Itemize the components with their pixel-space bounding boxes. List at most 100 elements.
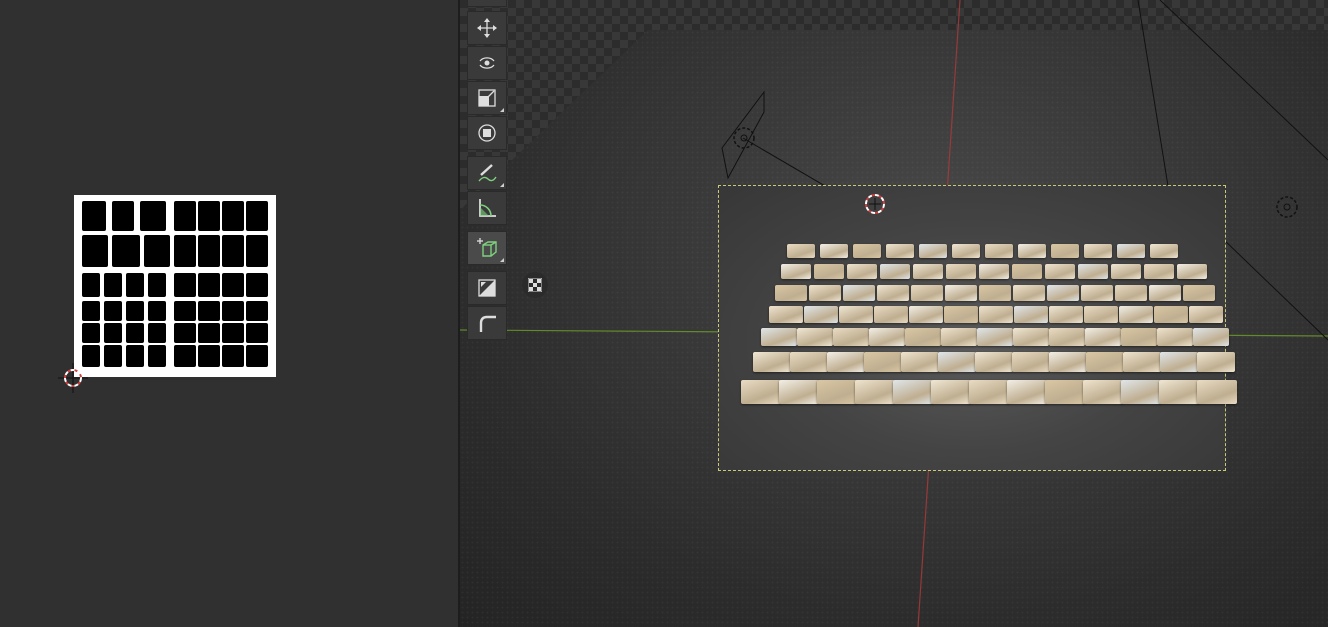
transform-tool[interactable] <box>467 116 507 150</box>
object-pouch <box>864 352 902 372</box>
object-pouch <box>880 264 910 279</box>
object-pouch <box>1197 380 1237 404</box>
mask-block <box>246 345 268 367</box>
object-pouch <box>1111 264 1141 279</box>
mask-block <box>148 273 166 297</box>
mask-block <box>246 235 268 267</box>
mask-block <box>246 201 268 231</box>
object-pouch <box>1177 264 1207 279</box>
3d-cursor-icon[interactable] <box>860 190 890 220</box>
object-pouch <box>979 306 1013 323</box>
object-pouch <box>1150 244 1178 258</box>
object-pouch <box>1119 306 1153 323</box>
mask-block <box>140 201 166 231</box>
mask-block <box>144 235 170 267</box>
mask-block <box>174 235 196 267</box>
object-pouch <box>1085 328 1121 346</box>
object-pouch <box>979 285 1011 301</box>
object-pouch <box>1049 306 1083 323</box>
object-pouch <box>877 285 909 301</box>
mask-block <box>198 201 220 231</box>
3d-viewport[interactable] <box>460 0 1328 627</box>
camera-frame[interactable] <box>718 185 1237 471</box>
mask-block <box>82 201 106 231</box>
object-pouch <box>1117 244 1145 258</box>
object-pouch <box>945 285 977 301</box>
object-pouch <box>1086 352 1124 372</box>
mask-block <box>126 301 144 321</box>
image-editor-panel[interactable] <box>0 0 458 627</box>
object-pouch <box>1013 328 1049 346</box>
add-cube-icon <box>477 238 497 257</box>
object-pouch <box>1197 352 1235 372</box>
camera-icon[interactable] <box>730 124 758 152</box>
object-pouch <box>905 328 941 346</box>
light-icon[interactable] <box>1273 193 1301 221</box>
move-tool[interactable] <box>467 11 507 45</box>
object-pouch <box>853 244 881 258</box>
checker-toggle-button[interactable] <box>522 272 548 298</box>
object-pouch <box>1189 306 1223 323</box>
scale-tool[interactable] <box>467 81 507 115</box>
object-pouch <box>855 380 895 404</box>
object-pouch <box>843 285 875 301</box>
object-pouch <box>869 328 905 346</box>
mask-block <box>222 345 244 367</box>
shade-tool[interactable] <box>467 271 507 305</box>
2d-cursor-icon[interactable] <box>58 363 88 393</box>
measure-tool[interactable] <box>467 191 507 225</box>
mask-block <box>198 273 220 297</box>
object-pouch <box>1045 380 1085 404</box>
object-pouch <box>1047 285 1079 301</box>
object-pouch <box>1013 285 1045 301</box>
object-pouch <box>1018 244 1046 258</box>
mask-block <box>126 273 144 297</box>
mask-block <box>148 323 166 343</box>
object-pouch <box>775 285 807 301</box>
mask-block <box>198 345 220 367</box>
object-pouch <box>913 264 943 279</box>
mask-block <box>246 273 268 297</box>
shade-icon <box>478 279 496 297</box>
mask-block <box>174 345 196 367</box>
object-pouch <box>1084 306 1118 323</box>
object-pouch <box>985 244 1013 258</box>
rotate-tool[interactable] <box>467 46 507 80</box>
object-pouch <box>874 306 908 323</box>
object-pouch <box>975 352 1013 372</box>
object-pouch <box>979 264 1009 279</box>
object-pouch <box>1051 244 1079 258</box>
tool-shelf-top-button[interactable] <box>467 0 507 7</box>
mask-block <box>246 323 268 343</box>
object-pouch <box>946 264 976 279</box>
object-pouch <box>1045 264 1075 279</box>
mask-block <box>148 345 166 367</box>
object-pouch <box>820 244 848 258</box>
scale-icon <box>478 89 496 107</box>
mask-block <box>222 201 244 231</box>
object-pouch <box>977 328 1013 346</box>
checker-icon <box>528 278 542 292</box>
object-pouch <box>1121 380 1161 404</box>
object-pouch <box>931 380 971 404</box>
object-pouch <box>952 244 980 258</box>
mask-block <box>222 323 244 343</box>
object-pouch <box>1160 352 1198 372</box>
mask-block <box>174 201 196 231</box>
annotate-tool[interactable] <box>467 156 507 190</box>
mask-block <box>174 273 196 297</box>
object-pouch <box>969 380 1009 404</box>
bevel-tool[interactable] <box>467 306 507 340</box>
object-pouch <box>1144 264 1174 279</box>
object-pouch <box>1081 285 1113 301</box>
mask-block <box>222 273 244 297</box>
add-cube-tool[interactable] <box>467 231 507 265</box>
mask-block <box>82 273 100 297</box>
object-pouch <box>1012 264 1042 279</box>
object-pouch <box>779 380 819 404</box>
object-pouch <box>797 328 833 346</box>
object-pouch <box>1159 380 1199 404</box>
object-pouch <box>1154 306 1188 323</box>
object-pouch <box>781 264 811 279</box>
object-pouch <box>804 306 838 323</box>
